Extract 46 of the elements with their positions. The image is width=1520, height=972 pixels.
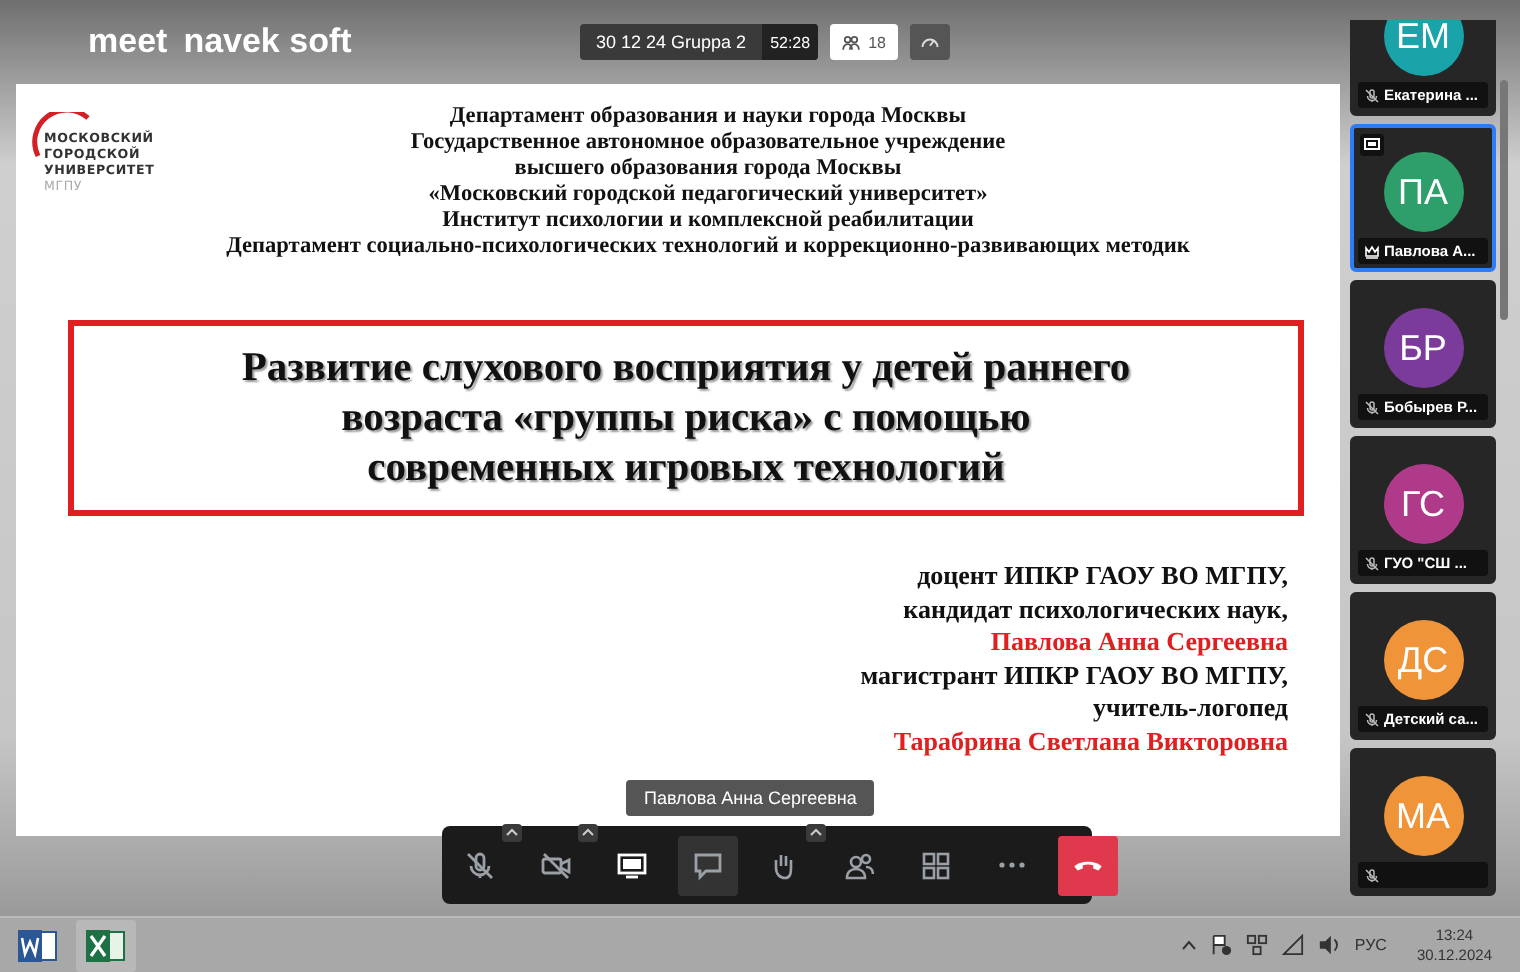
app-logo: meet navek soft	[86, 22, 354, 62]
people-icon	[844, 849, 876, 881]
muted-mic-icon	[464, 849, 496, 881]
author-role: учитель-логопед	[1090, 692, 1288, 725]
slide-title: Развитие слухового восприятия у детей раннего возраста «группы риска» с помощью современных игровых технологий	[68, 320, 1304, 516]
hang-up-button[interactable]	[1058, 835, 1118, 895]
avatar: ГС	[1383, 464, 1463, 544]
avatar: ПА	[1383, 152, 1463, 232]
participant-count[interactable]: 18	[830, 24, 898, 60]
header-line: Государственное автономное образовательное учреждение	[408, 130, 1008, 156]
speaker-tooltip: Павлова Анна Сергеевна	[626, 780, 875, 816]
screen-share-icon	[616, 849, 648, 881]
caret-icon	[810, 828, 822, 836]
header-line: Институт психологии и комплексной реабилитации	[440, 208, 976, 234]
author-role: кандидат психологических наук,	[901, 593, 1288, 626]
grid-icon	[920, 849, 952, 881]
avatar: ЕМ	[1383, 20, 1463, 76]
camera-off-icon	[540, 849, 572, 881]
header-line: Департамент образования и науки города Москвы	[447, 104, 969, 130]
header-line: высшего образования города Москвы	[512, 156, 904, 182]
chat-icon	[692, 849, 724, 881]
author-name: Павлова Анна Сергеевна	[988, 626, 1288, 659]
caret-icon	[582, 828, 594, 836]
caret-icon	[506, 828, 518, 836]
author-role: магистрант ИПКР ГАОУ ВО МГПУ,	[860, 659, 1288, 692]
author-name: Тарабрина Светлана Викторовна	[891, 725, 1288, 758]
avatar: ДС	[1383, 620, 1463, 700]
chat-button[interactable]	[678, 835, 738, 895]
signal-icon[interactable]	[1282, 934, 1305, 956]
scrollbar[interactable]	[1500, 80, 1508, 320]
phone-icon	[1074, 859, 1102, 871]
meeting-info: 30 12 24 Gruppa 2 52:28	[580, 24, 819, 60]
show-hidden-icons-icon[interactable]	[1182, 940, 1197, 950]
avatar: БР	[1383, 308, 1463, 388]
connection-quality-button[interactable]	[910, 24, 950, 60]
avatar: МА	[1383, 776, 1463, 856]
header-line: «Московский городской педагогический университет»	[426, 182, 990, 208]
header-line: Департамент социально-психологических технологий и коррекционно-развивающих методик	[224, 234, 1192, 260]
flag-icon[interactable]	[1210, 934, 1233, 956]
network-icon[interactable]	[1246, 934, 1269, 956]
people-icon	[842, 33, 861, 51]
more-icon	[996, 862, 1028, 868]
author-role: доцент ИПКР ГАОУ ВО МГПУ,	[915, 560, 1288, 593]
language-indicator[interactable]: РУС	[1354, 936, 1387, 954]
volume-icon[interactable]	[1318, 934, 1341, 956]
excel-app-icon[interactable]	[76, 919, 136, 971]
